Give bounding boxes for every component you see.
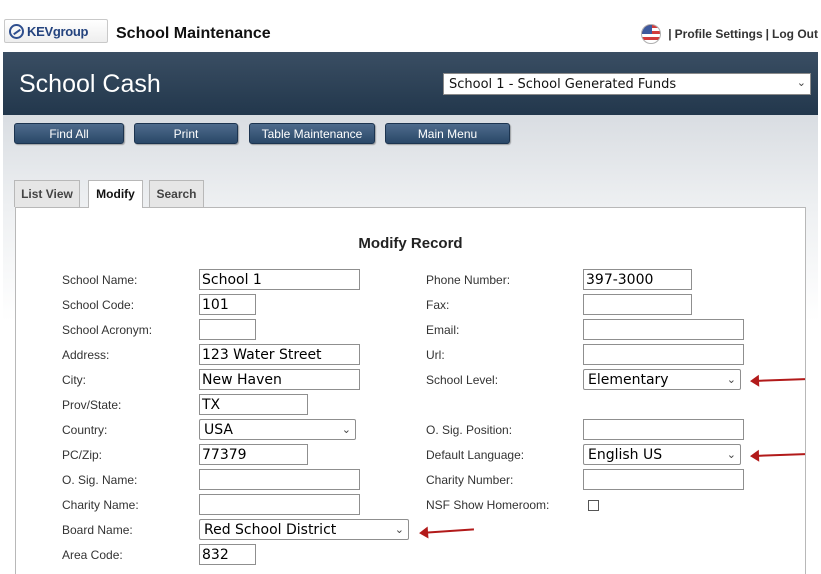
separator: | xyxy=(765,27,770,41)
nsf-show-homeroom-label: NSF Show Homeroom: xyxy=(426,498,550,512)
chevron-down-icon: ⌄ xyxy=(726,373,736,386)
email-field[interactable] xyxy=(583,319,744,340)
annotation-arrow-school-level xyxy=(756,378,806,382)
nsf-show-homeroom-checkbox[interactable] xyxy=(588,500,599,511)
main-menu-button[interactable]: Main Menu xyxy=(385,123,510,144)
chevron-down-icon: ⌄ xyxy=(341,423,351,436)
fax-field[interactable] xyxy=(583,294,692,315)
app-banner: School Cash School 1 - School Generated … xyxy=(3,52,818,115)
pc-zip-label: PC/Zip: xyxy=(62,448,103,462)
school-level-select-value: Elementary xyxy=(588,372,669,388)
board-name-label: Board Name: xyxy=(62,523,133,537)
email-label: Email: xyxy=(426,323,460,337)
board-name-select-value: Red School District xyxy=(204,522,337,538)
phone-number-label: Phone Number: xyxy=(426,273,511,287)
fax-label: Fax: xyxy=(426,298,450,312)
charity-number-label: Charity Number: xyxy=(426,473,514,487)
prov-state-label: Prov/State: xyxy=(62,398,122,412)
url-label: Url: xyxy=(426,348,445,362)
header-links: | Profile Settings | Log Out xyxy=(641,24,818,44)
school-acronym-field[interactable] xyxy=(199,319,256,340)
o-sig-position-label: O. Sig. Position: xyxy=(426,423,513,437)
form-title: Modify Record xyxy=(358,235,463,252)
table-maintenance-button[interactable]: Table Maintenance xyxy=(249,123,375,144)
country-select-value: USA xyxy=(204,422,233,438)
annotation-arrow-default-language xyxy=(756,453,806,457)
us-flag-icon[interactable] xyxy=(641,24,662,44)
default-language-label: Default Language: xyxy=(426,448,525,462)
log-out-link[interactable]: Log Out xyxy=(772,27,818,41)
logo-text: KEVgroup xyxy=(27,23,89,39)
school-name-field[interactable]: School 1 xyxy=(199,269,360,290)
charity-name-field[interactable] xyxy=(199,494,360,515)
default-language-select-value: English US xyxy=(588,447,663,463)
fund-select-value: School 1 - School Generated Funds xyxy=(449,77,677,92)
default-language-select[interactable]: English US ⌄ xyxy=(583,444,741,465)
profile-settings-link[interactable]: Profile Settings xyxy=(675,27,763,41)
page-title: School Cash xyxy=(19,70,161,98)
school-name-label: School Name: xyxy=(62,273,138,287)
school-level-label: School Level: xyxy=(426,373,499,387)
area-code-label: Area Code: xyxy=(62,548,123,562)
charity-name-label: Charity Name: xyxy=(62,498,139,512)
annotation-arrow-board-name xyxy=(425,528,475,534)
chevron-down-icon: ⌄ xyxy=(726,448,736,461)
modify-record-panel: Modify Record School Name: School Code: … xyxy=(15,207,806,574)
fund-select[interactable]: School 1 - School Generated Funds ⌄ xyxy=(443,73,811,95)
city-label: City: xyxy=(62,373,86,387)
address-label: Address: xyxy=(62,348,110,362)
tab-search[interactable]: Search xyxy=(149,180,204,207)
find-all-button[interactable]: Find All xyxy=(14,123,124,144)
charity-number-field[interactable] xyxy=(583,469,744,490)
kevgroup-logo[interactable]: KEVgroup xyxy=(4,19,108,43)
o-sig-name-label: O. Sig. Name: xyxy=(62,473,138,487)
o-sig-position-field[interactable] xyxy=(583,419,744,440)
kevgroup-logo-icon xyxy=(9,23,24,39)
school-code-field[interactable]: 101 xyxy=(199,294,256,315)
chevron-down-icon: ⌄ xyxy=(394,523,404,536)
prov-state-field[interactable]: TX xyxy=(199,394,308,415)
tab-list-view[interactable]: List View xyxy=(14,180,80,207)
separator: | xyxy=(668,27,672,41)
school-acronym-label: School Acronym: xyxy=(62,323,153,337)
country-select[interactable]: USA ⌄ xyxy=(199,419,356,440)
school-code-label: School Code: xyxy=(62,298,135,312)
phone-number-field[interactable]: 397-3000 xyxy=(583,269,692,290)
o-sig-name-field[interactable] xyxy=(199,469,360,490)
country-label: Country: xyxy=(62,423,108,437)
print-button[interactable]: Print xyxy=(134,123,238,144)
area-code-field[interactable]: 832 xyxy=(199,544,256,565)
content-area: Find All Print Table Maintenance Main Me… xyxy=(3,115,818,574)
pc-zip-field[interactable]: 77379 xyxy=(199,444,308,465)
board-name-select[interactable]: Red School District ⌄ xyxy=(199,519,409,540)
city-field[interactable]: New Haven xyxy=(199,369,360,390)
tab-modify[interactable]: Modify xyxy=(88,180,143,208)
school-level-select[interactable]: Elementary ⌄ xyxy=(583,369,741,390)
address-field[interactable]: 123 Water Street xyxy=(199,344,360,365)
url-field[interactable] xyxy=(583,344,744,365)
top-header: KEVgroup School Maintenance | Profile Se… xyxy=(0,0,821,52)
chevron-down-icon: ⌄ xyxy=(796,76,806,89)
app-title: School Maintenance xyxy=(116,25,271,42)
